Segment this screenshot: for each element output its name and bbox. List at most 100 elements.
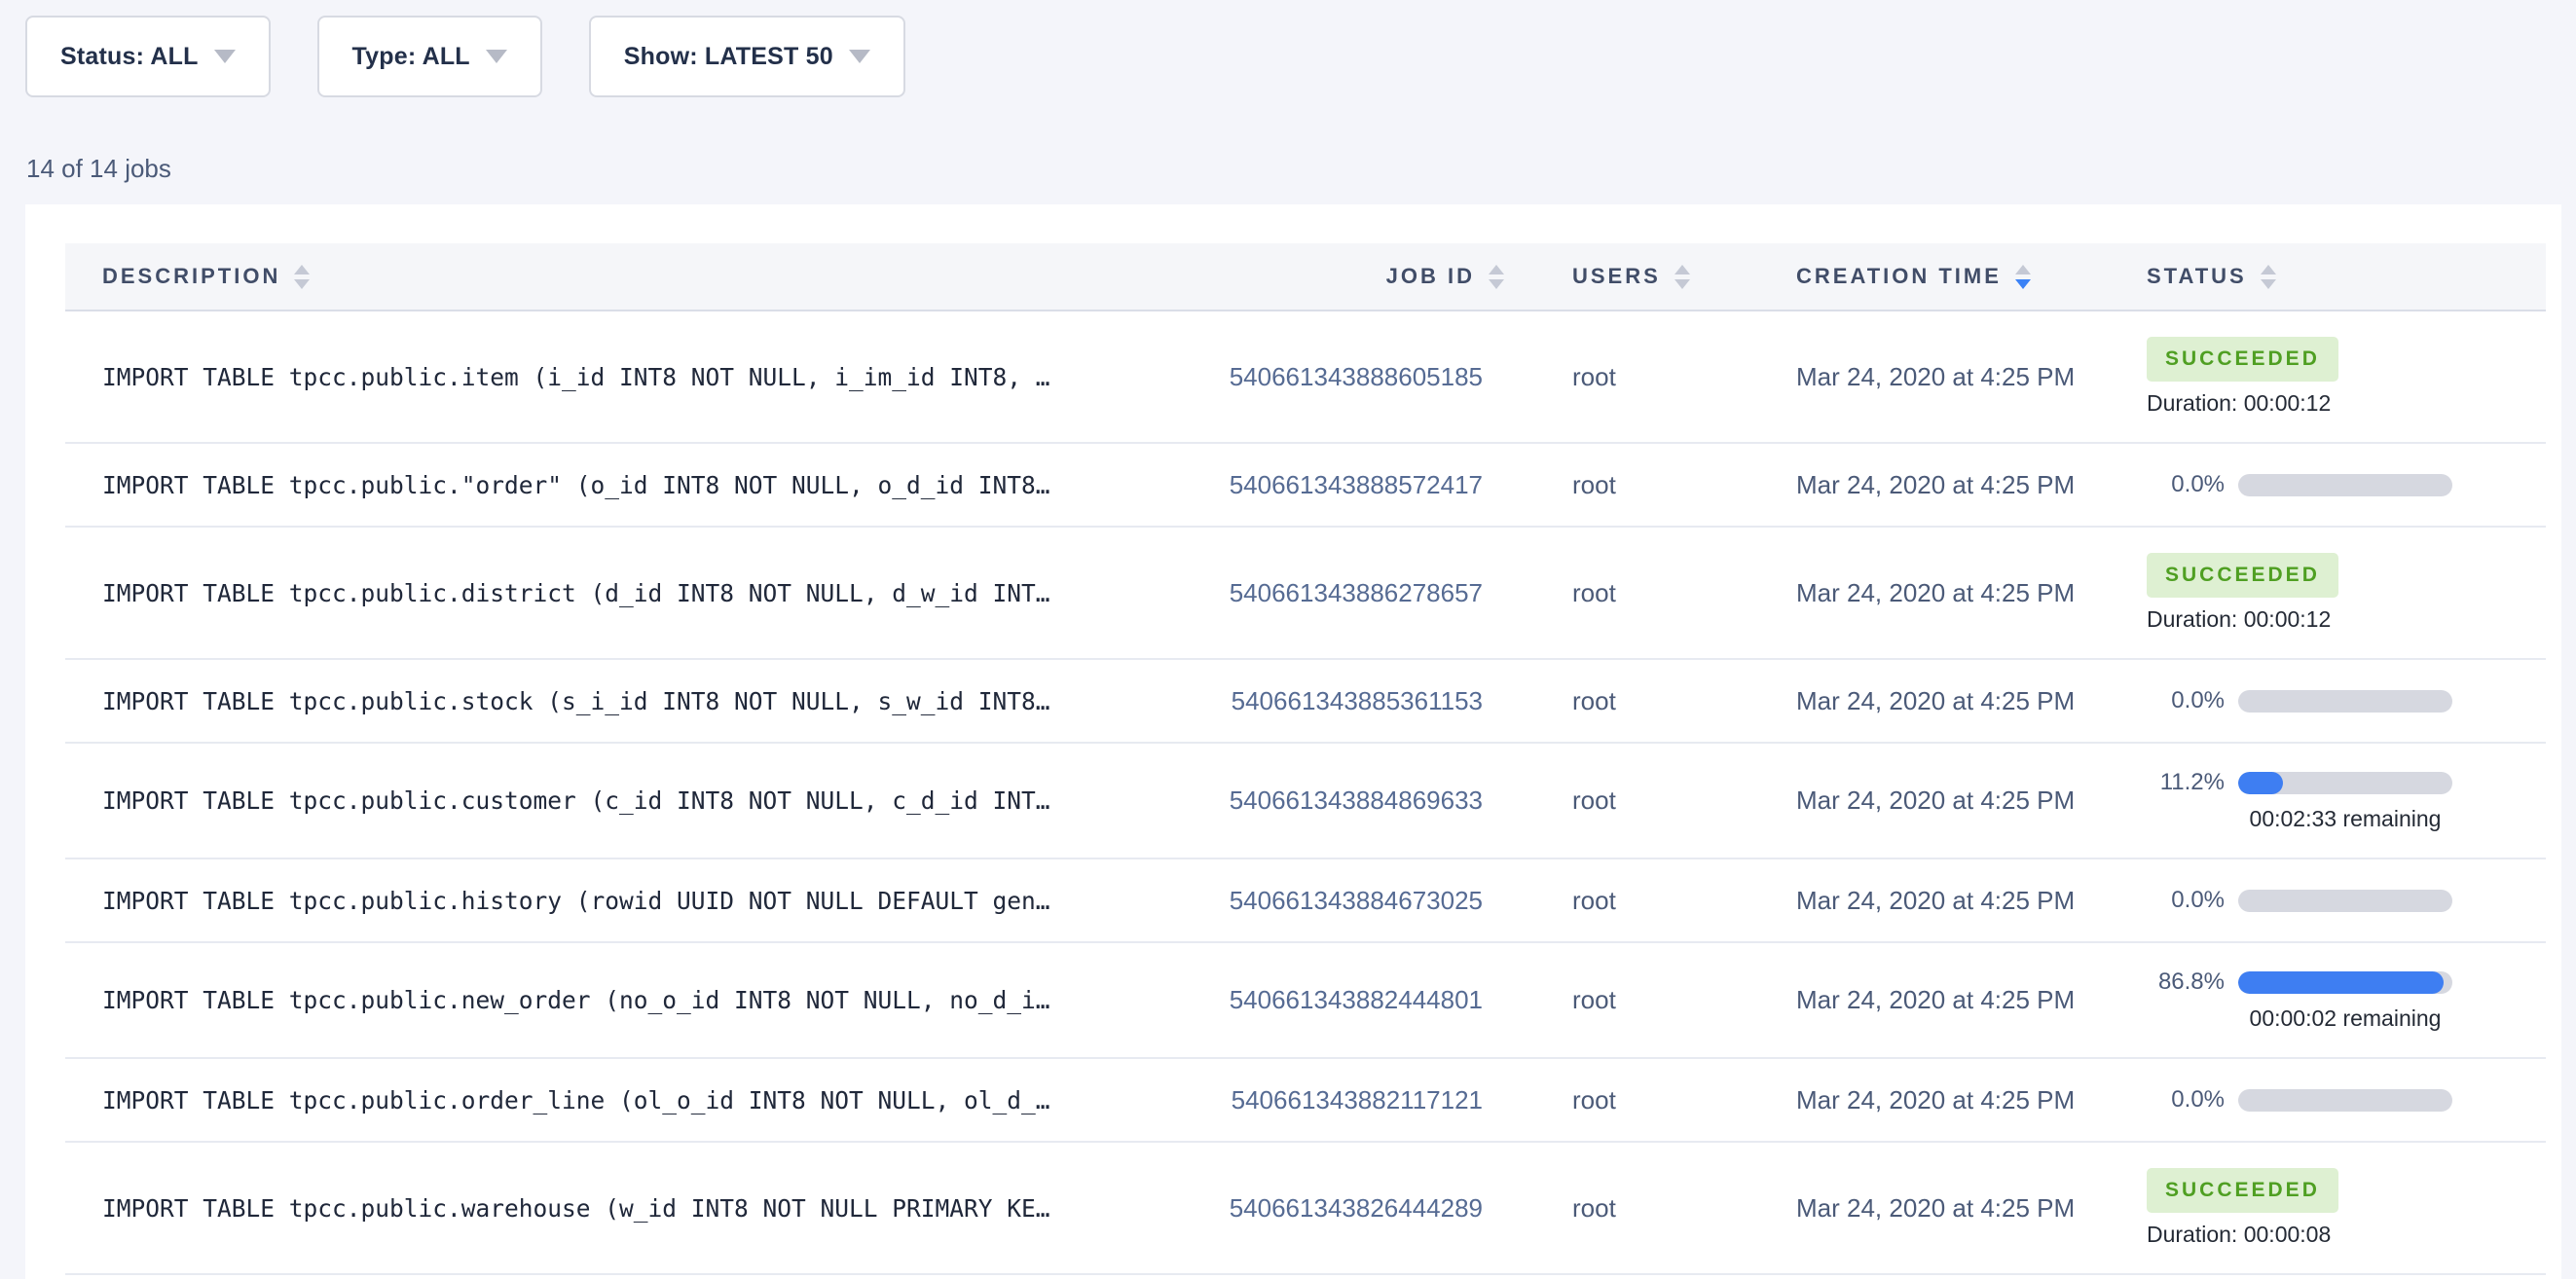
- column-header-status[interactable]: STATUS: [2137, 264, 2546, 289]
- job-id-link[interactable]: 540661343884869633: [1076, 786, 1563, 816]
- job-id-link[interactable]: 540661343884673025: [1076, 886, 1563, 916]
- job-id-link[interactable]: 540661343826444289: [1076, 1193, 1563, 1224]
- job-id-link[interactable]: 540661343882444801: [1076, 985, 1563, 1015]
- progress-bar: [2238, 890, 2452, 912]
- job-id-link[interactable]: 540661343882117121: [1076, 1085, 1563, 1115]
- progress-line: 11.2%: [2147, 769, 2452, 796]
- sort-arrows: [294, 265, 310, 289]
- filter-dropdown-type[interactable]: Type: ALL: [317, 16, 542, 97]
- status-cell: 0.0%: [2137, 687, 2546, 714]
- user-cell: root: [1563, 786, 1786, 816]
- column-header-users[interactable]: USERS: [1563, 264, 1786, 289]
- job-id-link[interactable]: 540661343886278657: [1076, 578, 1563, 608]
- job-description-cell: IMPORT TABLE tpcc.public.history (rowid …: [65, 887, 1076, 915]
- progress-line: 0.0%: [2147, 687, 2452, 714]
- sort-asc-icon: [1674, 265, 1690, 274]
- sort-desc-icon: [294, 279, 310, 289]
- progress-bar: [2238, 772, 2452, 794]
- job-description-cell: IMPORT TABLE tpcc.public."order" (o_id I…: [65, 471, 1076, 499]
- progress-bar: [2238, 971, 2452, 994]
- sort-desc-icon: [2015, 279, 2031, 289]
- job-row: IMPORT TABLE tpcc.public.warehouse (w_id…: [65, 1143, 2546, 1275]
- jobs-filter-bar: Status: ALL Type: ALL Show: LATEST 50: [25, 16, 905, 97]
- sort-arrows: [1674, 265, 1690, 289]
- sort-asc-icon: [2261, 265, 2276, 274]
- progress-fill: [2238, 971, 2444, 994]
- user-cell: root: [1563, 985, 1786, 1015]
- sort-asc-icon: [294, 265, 310, 274]
- job-id-link[interactable]: 540661343888572417: [1076, 470, 1563, 500]
- job-description-cell: IMPORT TABLE tpcc.public.customer (c_id …: [65, 786, 1076, 815]
- jobs-count: 14 of 14 jobs: [26, 154, 171, 184]
- column-header-label: JOB ID: [1386, 264, 1475, 289]
- job-row: IMPORT TABLE tpcc.public.order_line (ol_…: [65, 1059, 2546, 1143]
- creation-time-cell: Mar 24, 2020 at 4:25 PM: [1786, 362, 2137, 392]
- user-cell: root: [1563, 1193, 1786, 1224]
- status-cell: SUCCEEDED Duration: 00:00:12: [2137, 337, 2546, 417]
- chevron-down-icon: [849, 50, 870, 63]
- status-badge-succeeded: SUCCEEDED: [2147, 337, 2338, 382]
- sort-desc-icon: [1674, 279, 1690, 289]
- creation-time-cell: Mar 24, 2020 at 4:25 PM: [1786, 1085, 2137, 1115]
- progress-percent: 11.2%: [2147, 769, 2225, 796]
- column-header-label: STATUS: [2147, 264, 2247, 289]
- job-id-link[interactable]: 540661343888605185: [1076, 362, 1563, 392]
- user-cell: root: [1563, 886, 1786, 916]
- creation-time-cell: Mar 24, 2020 at 4:25 PM: [1786, 686, 2137, 716]
- user-cell: root: [1563, 578, 1786, 608]
- jobs-table-header: DESCRIPTION JOB ID USERS CREATION TIME STATU…: [65, 243, 2546, 311]
- job-row: IMPORT TABLE tpcc.public.customer (c_id …: [65, 744, 2546, 859]
- job-row: IMPORT TABLE tpcc.public.item (i_id INT8…: [65, 311, 2546, 444]
- progress-percent: 86.8%: [2147, 968, 2225, 996]
- creation-time-cell: Mar 24, 2020 at 4:25 PM: [1786, 470, 2137, 500]
- job-row: IMPORT TABLE tpcc.public.history (rowid …: [65, 859, 2546, 943]
- duration-text: Duration: 00:00:12: [2147, 606, 2331, 633]
- duration-text: Duration: 00:00:08: [2147, 1222, 2331, 1248]
- status-cell: 0.0%: [2137, 471, 2546, 498]
- duration-text: Duration: 00:00:12: [2147, 390, 2331, 417]
- job-description-cell: IMPORT TABLE tpcc.public.warehouse (w_id…: [65, 1194, 1076, 1223]
- job-description-cell: IMPORT TABLE tpcc.public.item (i_id INT8…: [65, 363, 1076, 391]
- job-row: IMPORT TABLE tpcc.public."order" (o_id I…: [65, 444, 2546, 528]
- user-cell: root: [1563, 470, 1786, 500]
- jobs-table: DESCRIPTION JOB ID USERS CREATION TIME STATU…: [65, 243, 2546, 1275]
- column-header-label: USERS: [1572, 264, 1661, 289]
- job-id-link[interactable]: 540661343885361153: [1076, 686, 1563, 716]
- column-header-creation-time[interactable]: CREATION TIME: [1786, 264, 2137, 289]
- job-description-cell: IMPORT TABLE tpcc.public.stock (s_i_id I…: [65, 687, 1076, 715]
- progress-bar: [2238, 474, 2452, 496]
- job-description-cell: IMPORT TABLE tpcc.public.district (d_id …: [65, 579, 1076, 607]
- status-cell: 11.2% 00:02:33 remaining: [2137, 769, 2546, 832]
- column-header-description[interactable]: DESCRIPTION: [65, 264, 1076, 289]
- filter-dropdown-show[interactable]: Show: LATEST 50: [589, 16, 905, 97]
- sort-arrows: [1489, 265, 1504, 289]
- user-cell: root: [1563, 1085, 1786, 1115]
- filter-dropdown-status[interactable]: Status: ALL: [25, 16, 271, 97]
- job-row: IMPORT TABLE tpcc.public.district (d_id …: [65, 528, 2546, 660]
- job-description-cell: IMPORT TABLE tpcc.public.order_line (ol_…: [65, 1086, 1076, 1115]
- remaining-time-text: 00:02:33 remaining: [2238, 806, 2452, 832]
- status-cell: 0.0%: [2137, 1086, 2546, 1114]
- progress-percent: 0.0%: [2147, 687, 2225, 714]
- column-header-job-id[interactable]: JOB ID: [1076, 264, 1563, 289]
- sort-asc-icon: [2015, 265, 2031, 274]
- chevron-down-icon: [486, 50, 507, 63]
- column-header-label: DESCRIPTION: [102, 264, 280, 289]
- job-row: IMPORT TABLE tpcc.public.new_order (no_o…: [65, 943, 2546, 1059]
- progress-line: 0.0%: [2147, 471, 2452, 498]
- progress-line: 0.0%: [2147, 1086, 2452, 1114]
- jobs-table-body: IMPORT TABLE tpcc.public.item (i_id INT8…: [65, 311, 2546, 1275]
- creation-time-cell: Mar 24, 2020 at 4:25 PM: [1786, 1193, 2137, 1224]
- status-badge-succeeded: SUCCEEDED: [2147, 1168, 2338, 1213]
- creation-time-cell: Mar 24, 2020 at 4:25 PM: [1786, 578, 2137, 608]
- column-header-label: CREATION TIME: [1796, 264, 2002, 289]
- remaining-time-text: 00:00:02 remaining: [2238, 1005, 2452, 1032]
- job-row: IMPORT TABLE tpcc.public.stock (s_i_id I…: [65, 660, 2546, 744]
- user-cell: root: [1563, 362, 1786, 392]
- creation-time-cell: Mar 24, 2020 at 4:25 PM: [1786, 886, 2137, 916]
- sort-arrows: [2015, 265, 2031, 289]
- progress-bar: [2238, 690, 2452, 713]
- user-cell: root: [1563, 686, 1786, 716]
- progress-line: 86.8%: [2147, 968, 2452, 996]
- sort-arrows: [2261, 265, 2276, 289]
